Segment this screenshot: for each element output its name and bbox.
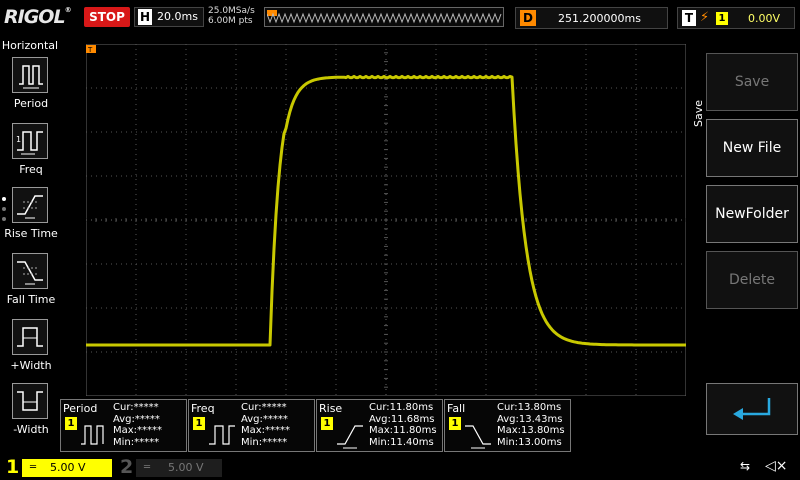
channel2-scale-box: ═ 5.00 V [136, 459, 222, 477]
speaker-muted-icon[interactable]: ◁× [765, 458, 788, 474]
frequency-icon: 1 [12, 123, 48, 159]
channel2-status[interactable]: 2 ═ 5.00 V [116, 455, 222, 480]
delay-box[interactable]: D 251.200000ms [515, 7, 668, 29]
timebase-box[interactable]: H 20.0ms [134, 7, 204, 27]
menu-item-freq[interactable]: 1 Freq [6, 123, 56, 185]
measurement-values: Cur:13.80ms Avg:13.43ms Max:13.80ms Min:13… [497, 402, 565, 448]
menu-item-period[interactable]: Period [6, 57, 56, 119]
dc-coupling-icon: ═ [30, 462, 37, 473]
menu-title: Save [692, 99, 705, 127]
trigger-level-marker[interactable]: T [86, 45, 96, 54]
measurement-channel: 1 [449, 417, 461, 430]
rise-time-icon [12, 187, 48, 223]
measurement-name: Period [63, 402, 98, 415]
rise-time-icon [337, 425, 363, 449]
back-button[interactable] [706, 383, 798, 435]
channel1-status[interactable]: 1 ═ 5.00 V [0, 455, 112, 480]
measurement-rise[interactable]: Rise 1 Cur:11.80ms Avg:11.68ms Max:11.80m… [316, 399, 443, 452]
channel1-scale-box: ═ 5.00 V [22, 459, 112, 477]
fall-time-icon [465, 425, 491, 449]
memory-waveform-preview [267, 12, 502, 24]
measurement-name: Rise [319, 402, 343, 415]
measurement-values: Cur:***** Avg:***** Max:***** Min:***** [241, 402, 291, 448]
measurement-values: Cur:***** Avg:***** Max:***** Min:***** [113, 402, 163, 448]
negative-width-icon [12, 383, 48, 419]
channel-status-bar: 1 ═ 5.00 V 2 ═ 5.00 V ⇆ ◁× [0, 455, 800, 480]
usb-icon: ⇆ [740, 459, 751, 473]
trigger-edge-icon: ⚡ [700, 10, 710, 25]
trigger-box[interactable]: T ⚡ 1 0.00V [677, 7, 795, 29]
measurement-fall[interactable]: Fall 1 Cur:13.80ms Avg:13.43ms Max:13.80m… [444, 399, 571, 452]
memory-depth: 6.00M pts [208, 16, 253, 26]
channel2-number: 2 [120, 456, 134, 478]
measurement-channel: 1 [193, 417, 205, 430]
brand-logo: RIGOL® [4, 6, 72, 28]
menu-title: Horizontal [1, 39, 59, 52]
measurement-name: Fall [447, 402, 466, 415]
menu-item-fall-time[interactable]: Fall Time [6, 253, 56, 315]
period-icon [12, 57, 48, 93]
measurement-name: Freq [191, 402, 215, 415]
fall-time-icon [12, 253, 48, 289]
delay-label: D [520, 10, 536, 26]
sample-rate: 25.0MSa/s [208, 6, 255, 16]
new-file-button[interactable]: New File [706, 119, 798, 177]
menu-item-label: Period [13, 97, 49, 110]
channel1-number: 1 [6, 456, 20, 478]
menu-item-positive-width[interactable]: +Width [6, 319, 56, 381]
menu-item-label: +Width [10, 359, 52, 372]
top-status-bar: RIGOL® STOP H 20.0ms 25.0MSa/s 6.00M pts… [0, 0, 800, 36]
trigger-channel: 1 [716, 12, 728, 25]
acquisition-info: 25.0MSa/s 6.00M pts [208, 6, 255, 26]
channel1-scale: 5.00 V [50, 461, 86, 474]
measurement-channel: 1 [65, 417, 77, 430]
return-arrow-icon [733, 398, 771, 420]
horizontal-measure-menu: Horizontal Period 1 Freq Rise Time Fall … [0, 37, 60, 455]
delay-value: 251.200000ms [558, 12, 641, 25]
timebase-value: 20.0ms [157, 10, 198, 23]
delete-button[interactable]: Delete [706, 251, 798, 309]
dc-coupling-icon: ═ [144, 462, 151, 473]
menu-item-negative-width[interactable]: -Width [6, 383, 56, 445]
save-button[interactable]: Save [706, 53, 798, 111]
timebase-label: H [138, 9, 152, 25]
measurement-values: Cur:11.80ms Avg:11.68ms Max:11.80ms Min:11… [369, 402, 437, 448]
svg-text:1: 1 [16, 135, 21, 144]
menu-item-rise-time[interactable]: Rise Time [4, 187, 58, 249]
measurement-channel: 1 [321, 417, 333, 430]
channel2-scale: 5.00 V [168, 461, 204, 474]
trigger-label: T [682, 10, 696, 26]
frequency-icon [209, 425, 235, 445]
svg-text:T: T [87, 46, 93, 54]
menu-item-label: -Width [13, 423, 49, 436]
save-menu: Save Save New File NewFolder Delete [686, 37, 800, 455]
period-icon [81, 425, 104, 445]
menu-item-label: Rise Time [4, 227, 58, 240]
menu-item-label: Freq [19, 163, 43, 176]
run-stop-indicator[interactable]: STOP [84, 7, 130, 27]
new-folder-button[interactable]: NewFolder [706, 185, 798, 243]
memory-overview-strip [264, 7, 504, 27]
trigger-level: 0.00V [748, 12, 781, 25]
measurement-freq[interactable]: Freq 1 Cur:***** Avg:***** Max:***** Min:*… [188, 399, 315, 452]
menu-item-label: Fall Time [6, 293, 56, 306]
measurement-period[interactable]: Period 1 Cur:***** Avg:***** Max:***** Min… [60, 399, 187, 452]
waveform-display[interactable]: T 1 [86, 44, 686, 396]
positive-width-icon [12, 319, 48, 355]
